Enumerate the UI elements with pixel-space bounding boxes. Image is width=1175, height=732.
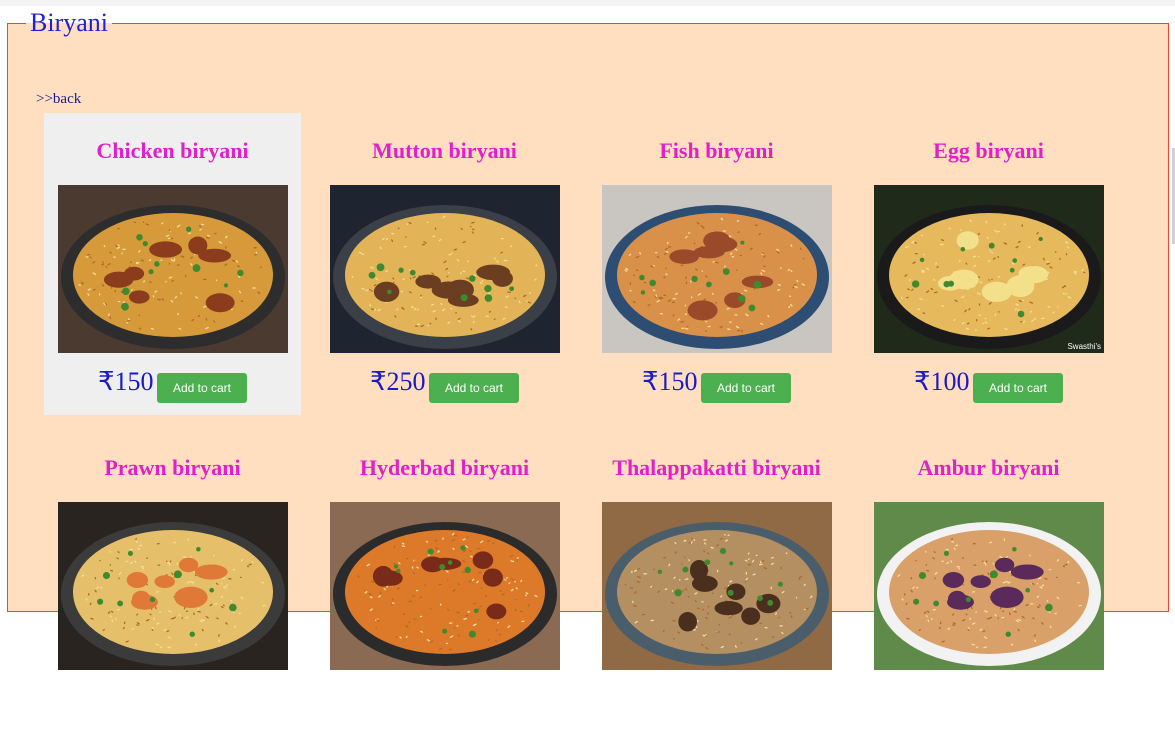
dish-title: Ambur biryani	[860, 455, 1117, 481]
dish-title: Mutton biryani	[316, 138, 573, 164]
food-image	[58, 502, 288, 670]
menu-card: Prawn biryani	[44, 430, 301, 732]
add-to-cart-button[interactable]: Add to cart	[973, 373, 1063, 403]
add-to-cart-button[interactable]: Add to cart	[429, 373, 519, 403]
food-image	[58, 185, 288, 353]
food-image	[874, 185, 1104, 353]
thalappakatti-biryani-photo	[602, 502, 832, 670]
menu-card: Ambur biryani	[860, 430, 1117, 732]
ambur-biryani-photo	[874, 502, 1104, 670]
dish-title: Chicken biryani	[44, 138, 301, 164]
food-image	[330, 185, 560, 353]
food-image	[874, 502, 1104, 670]
egg-biryani-photo: Swasthi's	[874, 185, 1104, 353]
prawn-biryani-photo	[58, 502, 288, 670]
menu-card: Hyderbad biryani	[316, 430, 573, 732]
dish-price: ₹100	[914, 367, 970, 397]
menu-card: Mutton biryani ₹250 Add to cart	[316, 113, 573, 415]
add-to-cart-button[interactable]: Add to cart	[157, 373, 247, 403]
dish-title: Fish biryani	[588, 138, 845, 164]
dish-title: Egg biryani	[860, 138, 1117, 164]
mutton-biryani-photo	[330, 185, 560, 353]
browser-top-strip	[0, 0, 1175, 6]
chicken-biryani-photo	[58, 185, 288, 353]
biryani-menu-section: Biryani >>back Chicken biryani ₹150 Add …	[7, 12, 1169, 612]
back-link[interactable]: >>back	[36, 91, 81, 108]
dish-price: ₹150	[642, 367, 698, 397]
menu-card: Thalappakatti biryani	[588, 430, 845, 732]
menu-card: Chicken biryani ₹150 Add to cart	[44, 113, 301, 415]
dish-price: ₹150	[98, 367, 154, 397]
fish-biryani-photo	[602, 185, 832, 353]
dish-title: Thalappakatti biryani	[588, 455, 845, 481]
food-image	[602, 185, 832, 353]
dish-title: Prawn biryani	[44, 455, 301, 481]
food-image	[602, 502, 832, 670]
add-to-cart-button[interactable]: Add to cart	[701, 373, 791, 403]
section-legend: Biryani	[26, 12, 112, 34]
hyderabad-biryani-photo	[330, 502, 560, 670]
dish-title: Hyderbad biryani	[316, 455, 573, 481]
dish-price: ₹250	[370, 367, 426, 397]
menu-card: Egg biryani Swasthi's ₹100 Add to cart	[860, 113, 1117, 415]
menu-card: Fish biryani ₹150 Add to cart	[588, 113, 845, 415]
food-image	[330, 502, 560, 670]
photo-watermark: Swasthi's	[1067, 342, 1101, 351]
